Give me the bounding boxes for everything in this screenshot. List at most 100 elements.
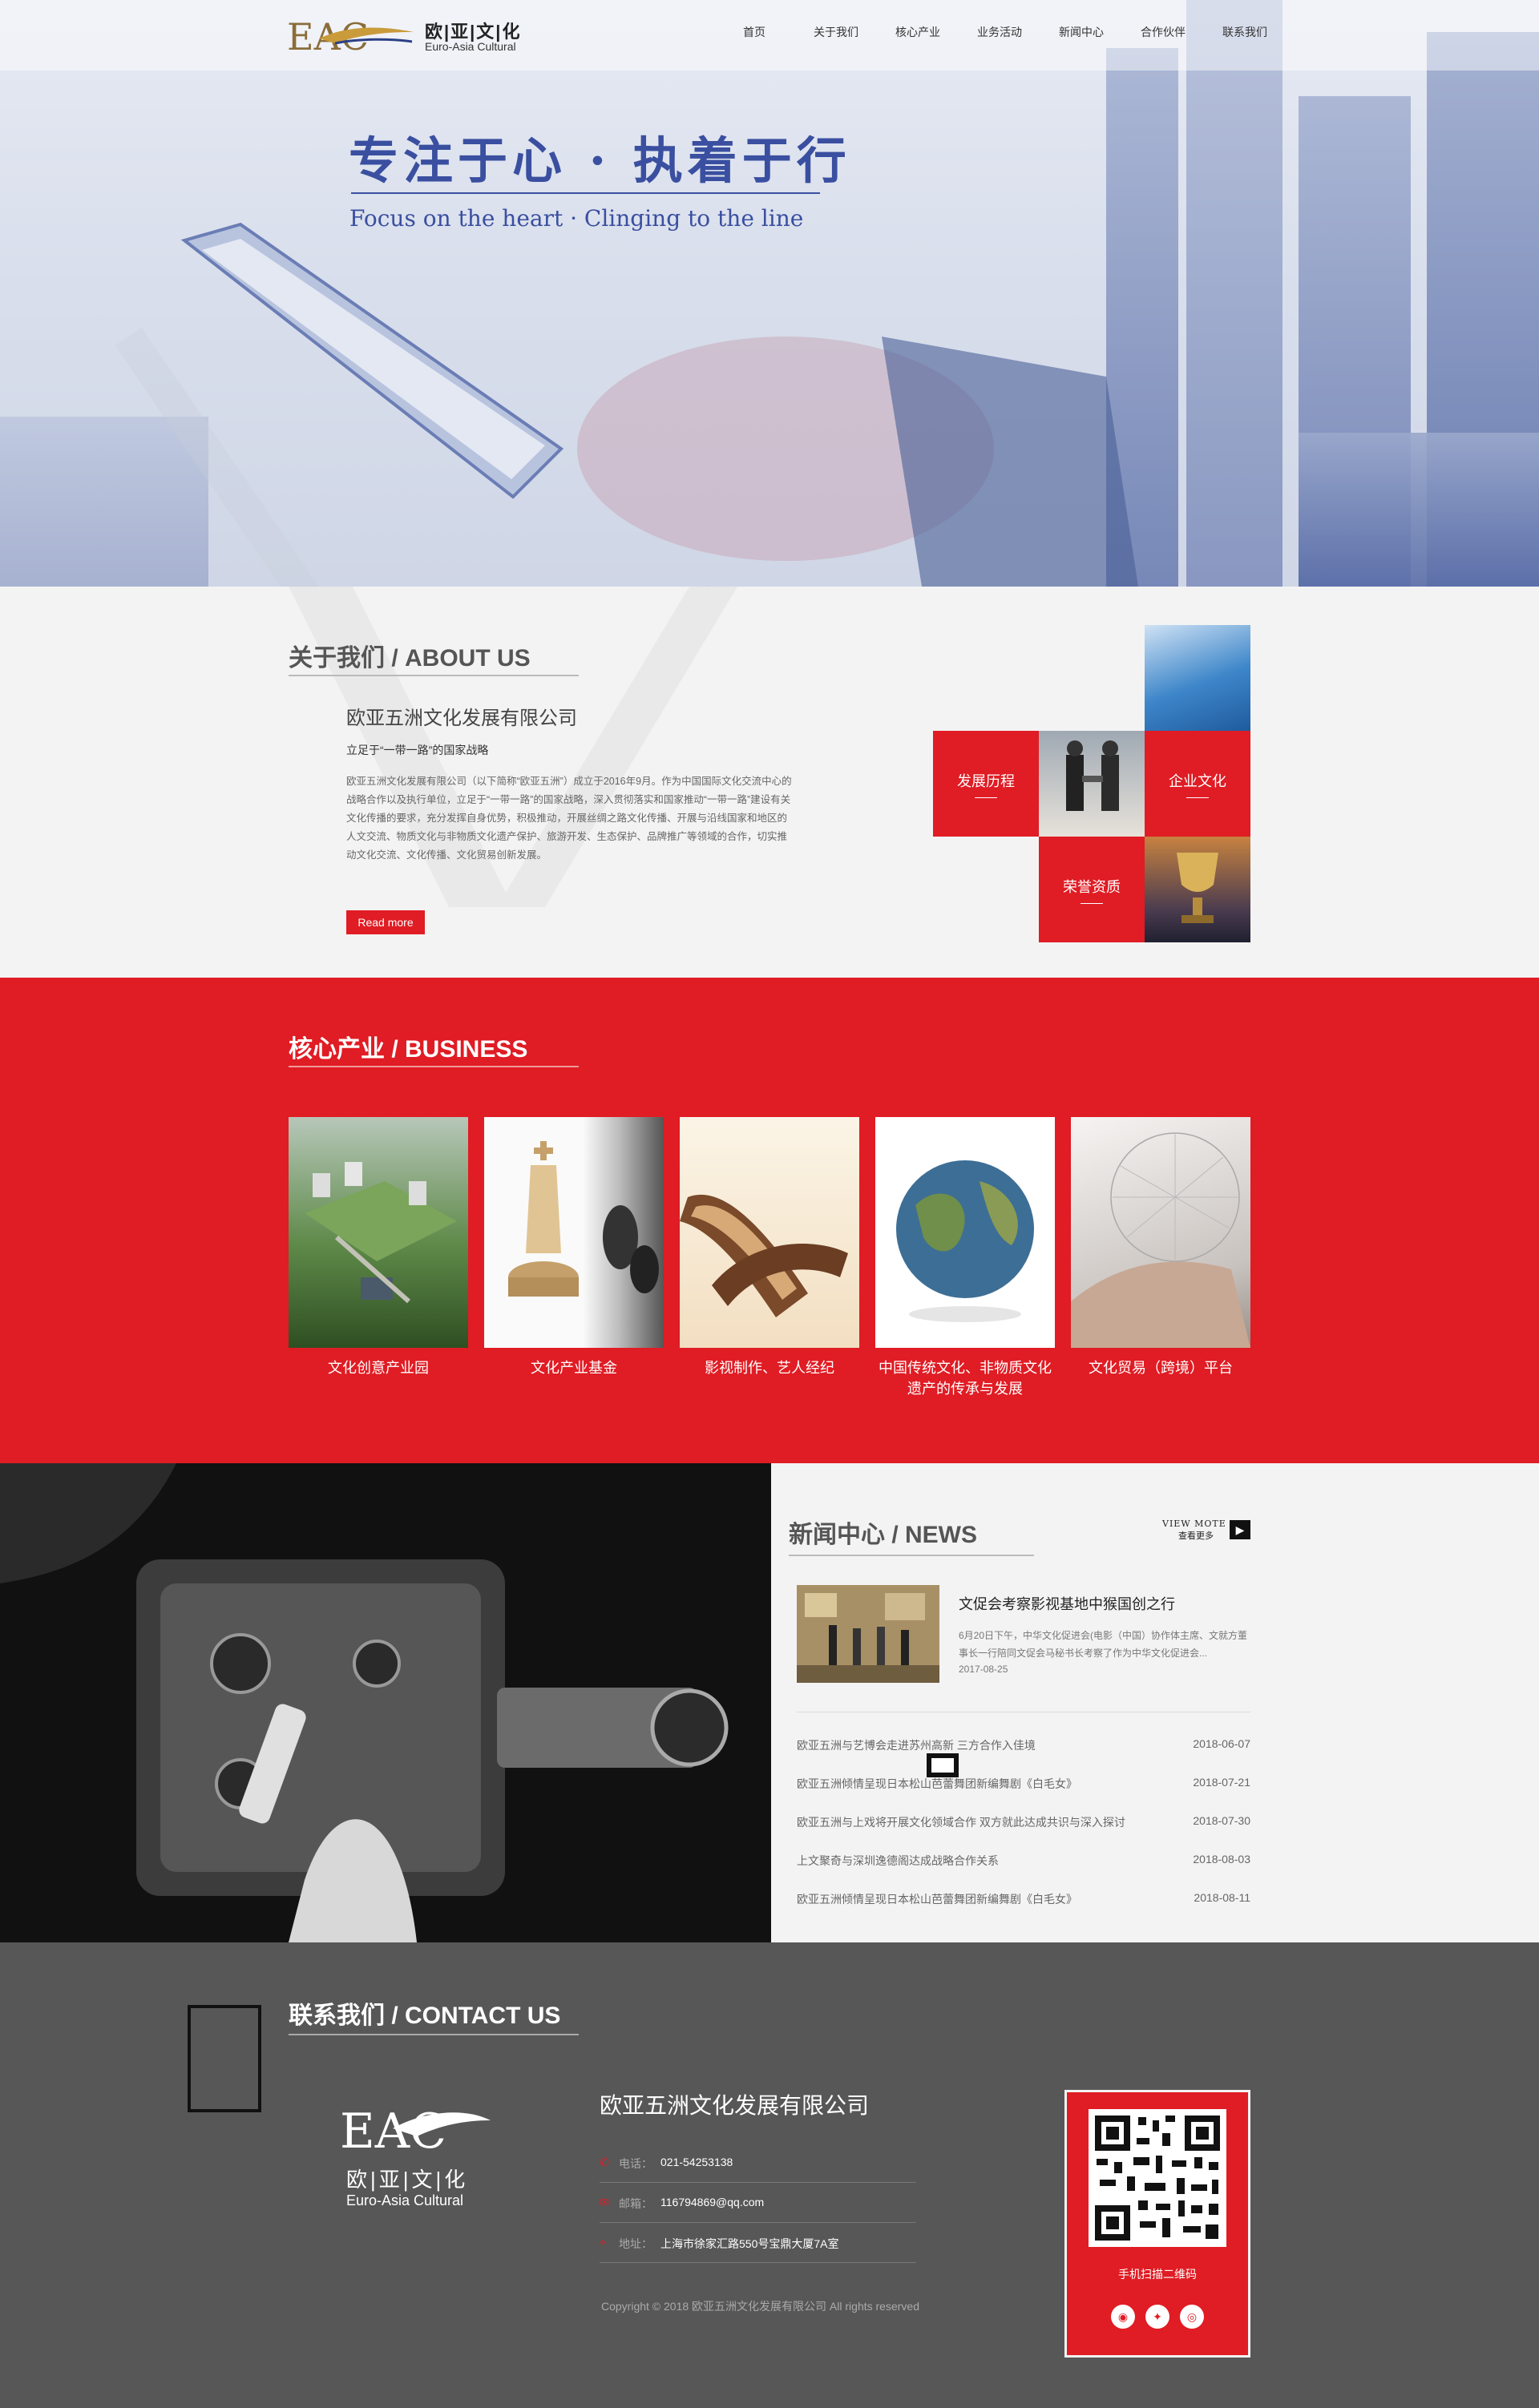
main-nav: 首页 关于我们 核心产业 业务活动 新闻中心 合作伙伴 联系我们 (713, 24, 1286, 48)
phone-value[interactable]: 021-54253138 (660, 2156, 733, 2168)
email-value[interactable]: 116794869@qq.com (660, 2196, 764, 2208)
read-more-button[interactable]: Read more (346, 910, 425, 934)
logo-english-name: Euro-Asia Cultural (425, 40, 516, 53)
news-item-date: 2018-07-21 (1193, 1776, 1250, 1789)
address-value: 上海市徐家汇路550号宝鼎大厦7A室 (660, 2237, 839, 2250)
chess-king-icon (508, 1141, 659, 1297)
nav-news[interactable]: 新闻中心 (1040, 24, 1122, 48)
phone-label: 电话： (619, 2157, 652, 2170)
featured-news-image[interactable] (797, 1585, 939, 1683)
tile-handshake-photo (1039, 731, 1145, 837)
email-label: 邮箱： (619, 2197, 652, 2210)
tile-history[interactable]: 发展历程 (933, 731, 1039, 837)
tile-building-photo (1145, 625, 1250, 731)
news-item-title: 欧亚五洲与上戏将开展文化领域合作 双方就此达成共识与深入探讨 (797, 1816, 1125, 1829)
hero-banner: 专注于心 · 执着于行 Focus on the heart · Clingin… (0, 0, 1539, 587)
contact-title: 联系我们 / CONTACT US (289, 2003, 561, 2029)
news-list-item[interactable]: 欧亚五洲倾情呈现日本松山芭蕾舞团新编舞剧《白毛女》 2018-07-21 (797, 1776, 1250, 1795)
qr-caption: 手机扫描二维码 (1118, 2268, 1197, 2281)
featured-news-title[interactable]: 文促会考察影视基地中猴国创之行 (959, 1593, 1175, 1614)
business-title-rule (289, 1066, 579, 1067)
globe-icon (896, 1160, 1034, 1322)
eac-logo-white-icon: EAC (340, 2103, 491, 2160)
view-more-cn: 查看更多 (1178, 1531, 1214, 1541)
location-pin-icon: ⌖ (600, 2236, 606, 2249)
news-title-rule (789, 1555, 1034, 1556)
weibo-icon[interactable]: ◎ (1180, 2305, 1204, 2329)
news-item-title: 上文聚奇与深圳逸德阁达成战略合作关系 (797, 1854, 999, 1867)
business-title: 核心产业 / BUSINESS (289, 1036, 528, 1063)
news-camera-photo (0, 1463, 771, 1942)
tile-trophy-photo (1145, 837, 1250, 942)
qr-code (1089, 2109, 1226, 2247)
nav-contact[interactable]: 联系我们 (1204, 24, 1286, 48)
nav-business[interactable]: 核心产业 (877, 24, 959, 48)
tile-culture[interactable]: 企业文化 (1145, 731, 1250, 837)
about-company-name: 欧亚五洲文化发展有限公司 (346, 708, 577, 729)
park-illustration (305, 1162, 457, 1304)
business-card-park-image[interactable] (289, 1117, 468, 1348)
film-reel-icon (680, 1194, 848, 1317)
footer-logo: EAC 欧|亚|文|化 Euro-Asia Cultural (321, 2099, 497, 2212)
business-label-heritage: 中国传统文化、非物质文化遗产的传承与发展 (879, 1360, 1052, 1397)
trophy-icon (1177, 853, 1218, 923)
business-card-heritage-image[interactable] (875, 1117, 1055, 1348)
contact-phone-row: ✆ 电话： 021-54253138 (600, 2143, 916, 2183)
news-list-item[interactable]: 欧亚五洲与艺博会走进苏州高新 三方合作入佳境 2018-06-07 (797, 1737, 1250, 1757)
news-item-title: 欧亚五洲倾情呈现日本松山芭蕾舞团新编舞剧《白毛女》 (797, 1893, 1077, 1906)
news-list-item[interactable]: 上文聚奇与深圳逸德阁达成战略合作关系 2018-08-03 (797, 1853, 1250, 1872)
nav-home[interactable]: 首页 (713, 24, 795, 48)
address-label: 地址： (619, 2237, 652, 2250)
contact-email-row: ✉ 邮箱： 116794869@qq.com (600, 2183, 916, 2223)
hero-illustration (115, 222, 1138, 587)
news-item-date: 2018-08-11 (1194, 1891, 1250, 1904)
email-icon: ✉ (600, 2196, 609, 2208)
nav-partners[interactable]: 合作伙伴 (1122, 24, 1204, 48)
tile-honors-label: 荣誉资质 (1063, 878, 1121, 895)
news-item-title: 欧亚五洲与艺博会走进苏州高新 三方合作入佳境 (797, 1739, 1036, 1752)
qq-icon[interactable]: ◉ (1111, 2305, 1135, 2329)
footer-logo-cn: 欧|亚|文|化 (346, 2168, 469, 2192)
nav-activities[interactable]: 业务活动 (959, 24, 1040, 48)
featured-news-date: 2017-08-25 (959, 1664, 1008, 1675)
overlay-frame (188, 2005, 261, 2112)
view-more-en: VIEW MOTE (1162, 1519, 1226, 1529)
featured-news-summary: 6月20日下午，中华文化促进会(电影（中国）协作体主席、文就方董事长一行陪同文促… (959, 1630, 1248, 1659)
hero-divider (351, 192, 820, 194)
business-card-trade-image[interactable] (1071, 1117, 1250, 1348)
play-arrow-icon: ▶ (1230, 1520, 1250, 1539)
news-list-item[interactable]: 欧亚五洲与上戏将开展文化领域合作 双方就此达成共识与深入探讨 2018-07-3… (797, 1814, 1250, 1833)
site-logo[interactable]: EAC 欧|亚|文|化 Euro-Asia Cultural (287, 11, 527, 59)
about-slogan: 立足于“一带一路”的国家战略 (346, 744, 489, 756)
overlay-box (927, 1753, 959, 1777)
news-item-date: 2018-06-07 (1193, 1737, 1250, 1750)
news-list-item[interactable]: 欧亚五洲倾情呈现日本松山芭蕾舞团新编舞剧《白毛女》 2018-08-11 (797, 1891, 1250, 1910)
copyright-text: Copyright © 2018 欧亚五洲文化发展有限公司 All rights… (601, 2300, 919, 2313)
news-item-date: 2018-07-30 (1193, 1814, 1250, 1827)
about-description: 欧亚五洲文化发展有限公司（以下简称“欧亚五洲”）成立于2016年9月。作为中国国… (346, 776, 792, 861)
view-more-link[interactable]: VIEW MOTE 查看更多 ▶ (1162, 1519, 1252, 1541)
business-label-park: 文化创意产业园 (328, 1360, 429, 1376)
news-title: 新闻中心 / NEWS (789, 1522, 978, 1548)
footer-logo-en: Euro-Asia Cultural (346, 2192, 464, 2208)
business-card-fund-image[interactable] (484, 1117, 664, 1348)
tile-culture-label: 企业文化 (1169, 772, 1226, 789)
contact-address-row: ⌖ 地址： 上海市徐家汇路550号宝鼎大厦7A室 (600, 2223, 916, 2263)
contact-company-name: 欧亚五洲文化发展有限公司 (600, 2093, 870, 2118)
tile-history-label: 发展历程 (957, 772, 1015, 789)
news-item-title: 欧亚五洲倾情呈现日本松山芭蕾舞团新编舞剧《白毛女》 (797, 1777, 1077, 1790)
hero-subtitle: Focus on the heart · Clinging to the lin… (349, 205, 804, 232)
business-label-trade: 文化贸易（跨境）平台 (1089, 1360, 1233, 1376)
gallery-visit-illustration (797, 1585, 939, 1683)
business-label-fund: 文化产业基金 (531, 1360, 617, 1376)
film-camera-illustration (0, 1463, 771, 1942)
contact-title-rule (289, 2034, 579, 2035)
hero-title: 专注于心 · 执着于行 (349, 131, 851, 190)
network-globe-icon (1071, 1132, 1250, 1348)
qr-code-icon (1089, 2109, 1226, 2247)
nav-about[interactable]: 关于我们 (795, 24, 877, 48)
business-card-film-image[interactable] (680, 1117, 859, 1348)
tile-honors[interactable]: 荣誉资质 (1039, 837, 1145, 942)
eac-logo-mark-icon: EAC (287, 15, 414, 56)
wechat-icon[interactable]: ✦ (1145, 2305, 1169, 2329)
